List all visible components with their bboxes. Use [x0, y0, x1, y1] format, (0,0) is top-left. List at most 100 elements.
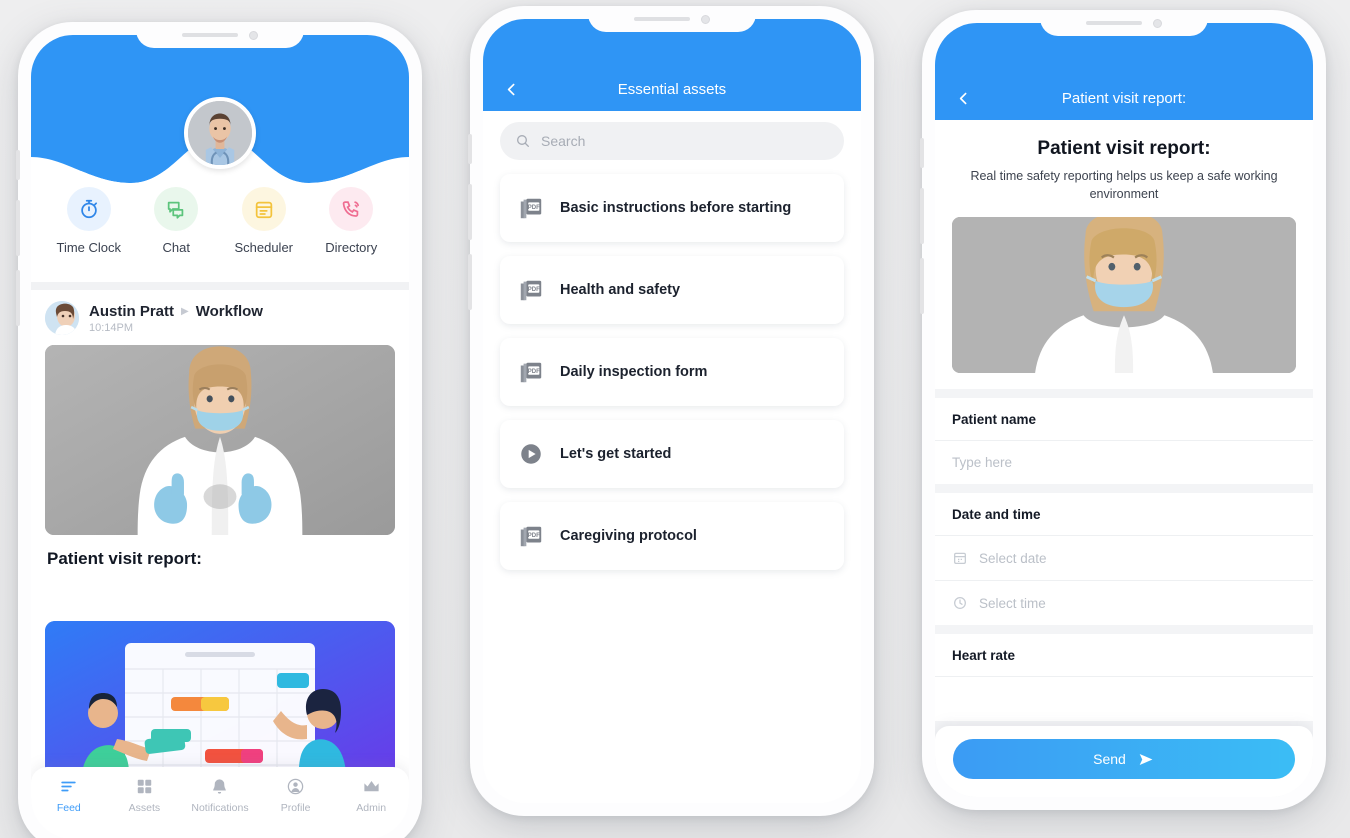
- field-group-heart-rate: Heart rate: [935, 634, 1313, 722]
- report-image: [952, 217, 1296, 374]
- feed-post: Austin Pratt ▶ Workflow 10:14PM Patient …: [31, 293, 409, 585]
- post-image[interactable]: [45, 345, 395, 535]
- phone-device-feed: Time Clock Chat Scheduler Directory Aust…: [16, 22, 422, 838]
- back-button[interactable]: [951, 86, 975, 110]
- phone-volume-up: [920, 188, 924, 244]
- chevron-left-icon: [959, 92, 966, 104]
- front-camera: [1153, 18, 1162, 28]
- phone-volume-down: [468, 254, 472, 310]
- field-placeholder: Select date: [979, 550, 1047, 566]
- send-button[interactable]: Send: [953, 739, 1295, 779]
- asset-label: Let's get started: [560, 446, 672, 462]
- screenshot-stage: Time Clock Chat Scheduler Directory Aust…: [0, 0, 1350, 838]
- select-time-input[interactable]: Select time: [935, 581, 1313, 625]
- post-author-name: Austin Pratt: [89, 302, 175, 320]
- post-timestamp: 10:14PM: [89, 321, 134, 334]
- phone-volume-down: [920, 258, 924, 314]
- phone1-screen: Time Clock Chat Scheduler Directory Aust…: [31, 35, 409, 838]
- field-label: Heart rate: [935, 634, 1313, 678]
- phone-mute-switch: [468, 134, 472, 164]
- heart-rate-input[interactable]: [935, 677, 1313, 721]
- calendar-icon: [241, 187, 286, 231]
- device-notch: [588, 6, 756, 32]
- page-title: Patient visit report:: [1037, 138, 1211, 159]
- person-circle-icon: [287, 778, 304, 795]
- asset-item[interactable]: PDF Basic instructions before starting: [500, 174, 844, 242]
- assets-body: Search PDF Basic instructions before sta…: [483, 111, 861, 803]
- send-bar: Send: [935, 726, 1313, 797]
- asset-item[interactable]: PDF Health and safety: [500, 256, 844, 324]
- select-date-input[interactable]: Select date: [935, 536, 1313, 582]
- tab-notifications[interactable]: Notifications: [182, 777, 258, 814]
- field-label: Date and time: [935, 493, 1313, 537]
- stopwatch-icon: [66, 187, 111, 231]
- crown-icon: [364, 780, 379, 792]
- field-placeholder: Type here: [952, 455, 1013, 471]
- phone-volume-up: [16, 200, 20, 256]
- chat-bubbles-icon: [154, 187, 199, 231]
- tab-assets[interactable]: Assets: [107, 777, 183, 814]
- phone-volume-down: [16, 270, 20, 326]
- field-group-date-time: Date and time Select date Select time: [935, 493, 1313, 626]
- quick-action-chat[interactable]: Chat: [137, 187, 215, 255]
- post-title: Patient visit report:: [47, 549, 202, 568]
- field-placeholder: Select time: [979, 595, 1046, 611]
- quick-action-label: Directory: [325, 240, 378, 255]
- quick-action-directory[interactable]: Directory: [312, 187, 390, 255]
- clock-icon: [954, 597, 966, 610]
- bell-icon: [213, 779, 227, 794]
- doctor-thumbs-up-photo: [45, 345, 395, 535]
- phone-device-assets: Essential assets Search PDF Basic instru…: [468, 6, 874, 816]
- tab-label: Feed: [56, 802, 81, 814]
- search-placeholder: Search: [541, 133, 586, 149]
- search-input[interactable]: Search: [500, 122, 844, 160]
- front-camera: [249, 30, 258, 40]
- chevron-left-icon: [507, 83, 514, 95]
- quick-action-time-clock[interactable]: Time Clock: [50, 187, 128, 255]
- assets-header: Essential assets: [483, 19, 861, 111]
- quick-action-label: Scheduler: [234, 240, 294, 255]
- patient-name-input[interactable]: Type here: [935, 441, 1313, 484]
- pdf-file-icon: PDF: [520, 362, 542, 383]
- svg-text:PDF: PDF: [528, 369, 540, 375]
- pdf-file-icon: PDF: [520, 526, 542, 547]
- asset-label: Caregiving protocol: [560, 528, 697, 544]
- phone-mute-switch: [920, 138, 924, 168]
- header-title: Essential assets: [617, 81, 727, 98]
- search-icon: [517, 135, 529, 147]
- asset-item[interactable]: PDF Caregiving protocol: [500, 502, 844, 570]
- tab-profile[interactable]: Profile: [258, 777, 334, 814]
- asset-item[interactable]: PDF Daily inspection form: [500, 338, 844, 406]
- phone-volume-up: [468, 184, 472, 240]
- asset-label: Health and safety: [560, 282, 681, 298]
- asset-label: Daily inspection form: [560, 364, 708, 380]
- asset-item[interactable]: Let's get started: [500, 420, 844, 488]
- post-header: Austin Pratt ▶ Workflow 10:14PM: [45, 293, 395, 345]
- doctor-avatar-illustration: [188, 101, 252, 165]
- pdf-file-icon: PDF: [520, 280, 542, 301]
- phone-mute-switch: [16, 150, 20, 180]
- device-notch: [136, 22, 304, 48]
- quick-action-scheduler[interactable]: Scheduler: [225, 187, 303, 255]
- report-intro-card: Patient visit report: Real time safety r…: [935, 120, 1313, 390]
- grid-squares-icon: [137, 779, 152, 794]
- play-video-icon: [521, 444, 541, 464]
- author-avatar-illustration: [45, 301, 79, 335]
- masked-clinician-photo: [952, 217, 1296, 374]
- header-title: Patient visit report:: [1061, 90, 1187, 107]
- calendar-icon: [954, 552, 966, 565]
- device-notch: [1040, 10, 1208, 36]
- quick-actions-row: Time Clock Chat Scheduler Directory: [31, 187, 409, 255]
- bottom-tab-bar: Feed Assets Notifications Profile Admin: [31, 767, 409, 838]
- tab-label: Notifications: [191, 802, 249, 814]
- tab-feed[interactable]: Feed: [31, 777, 107, 814]
- send-triangle-icon: [1139, 753, 1153, 765]
- tab-admin[interactable]: Admin: [333, 777, 409, 814]
- field-group-patient-name: Patient name Type here: [935, 398, 1313, 485]
- post-channel-name: Workflow: [195, 302, 263, 320]
- phone-ring-icon: [329, 187, 374, 231]
- post-author-avatar[interactable]: [45, 301, 79, 335]
- post-author-line: Austin Pratt ▶ Workflow: [89, 303, 263, 320]
- back-button[interactable]: [499, 77, 523, 101]
- avatar[interactable]: [184, 97, 256, 169]
